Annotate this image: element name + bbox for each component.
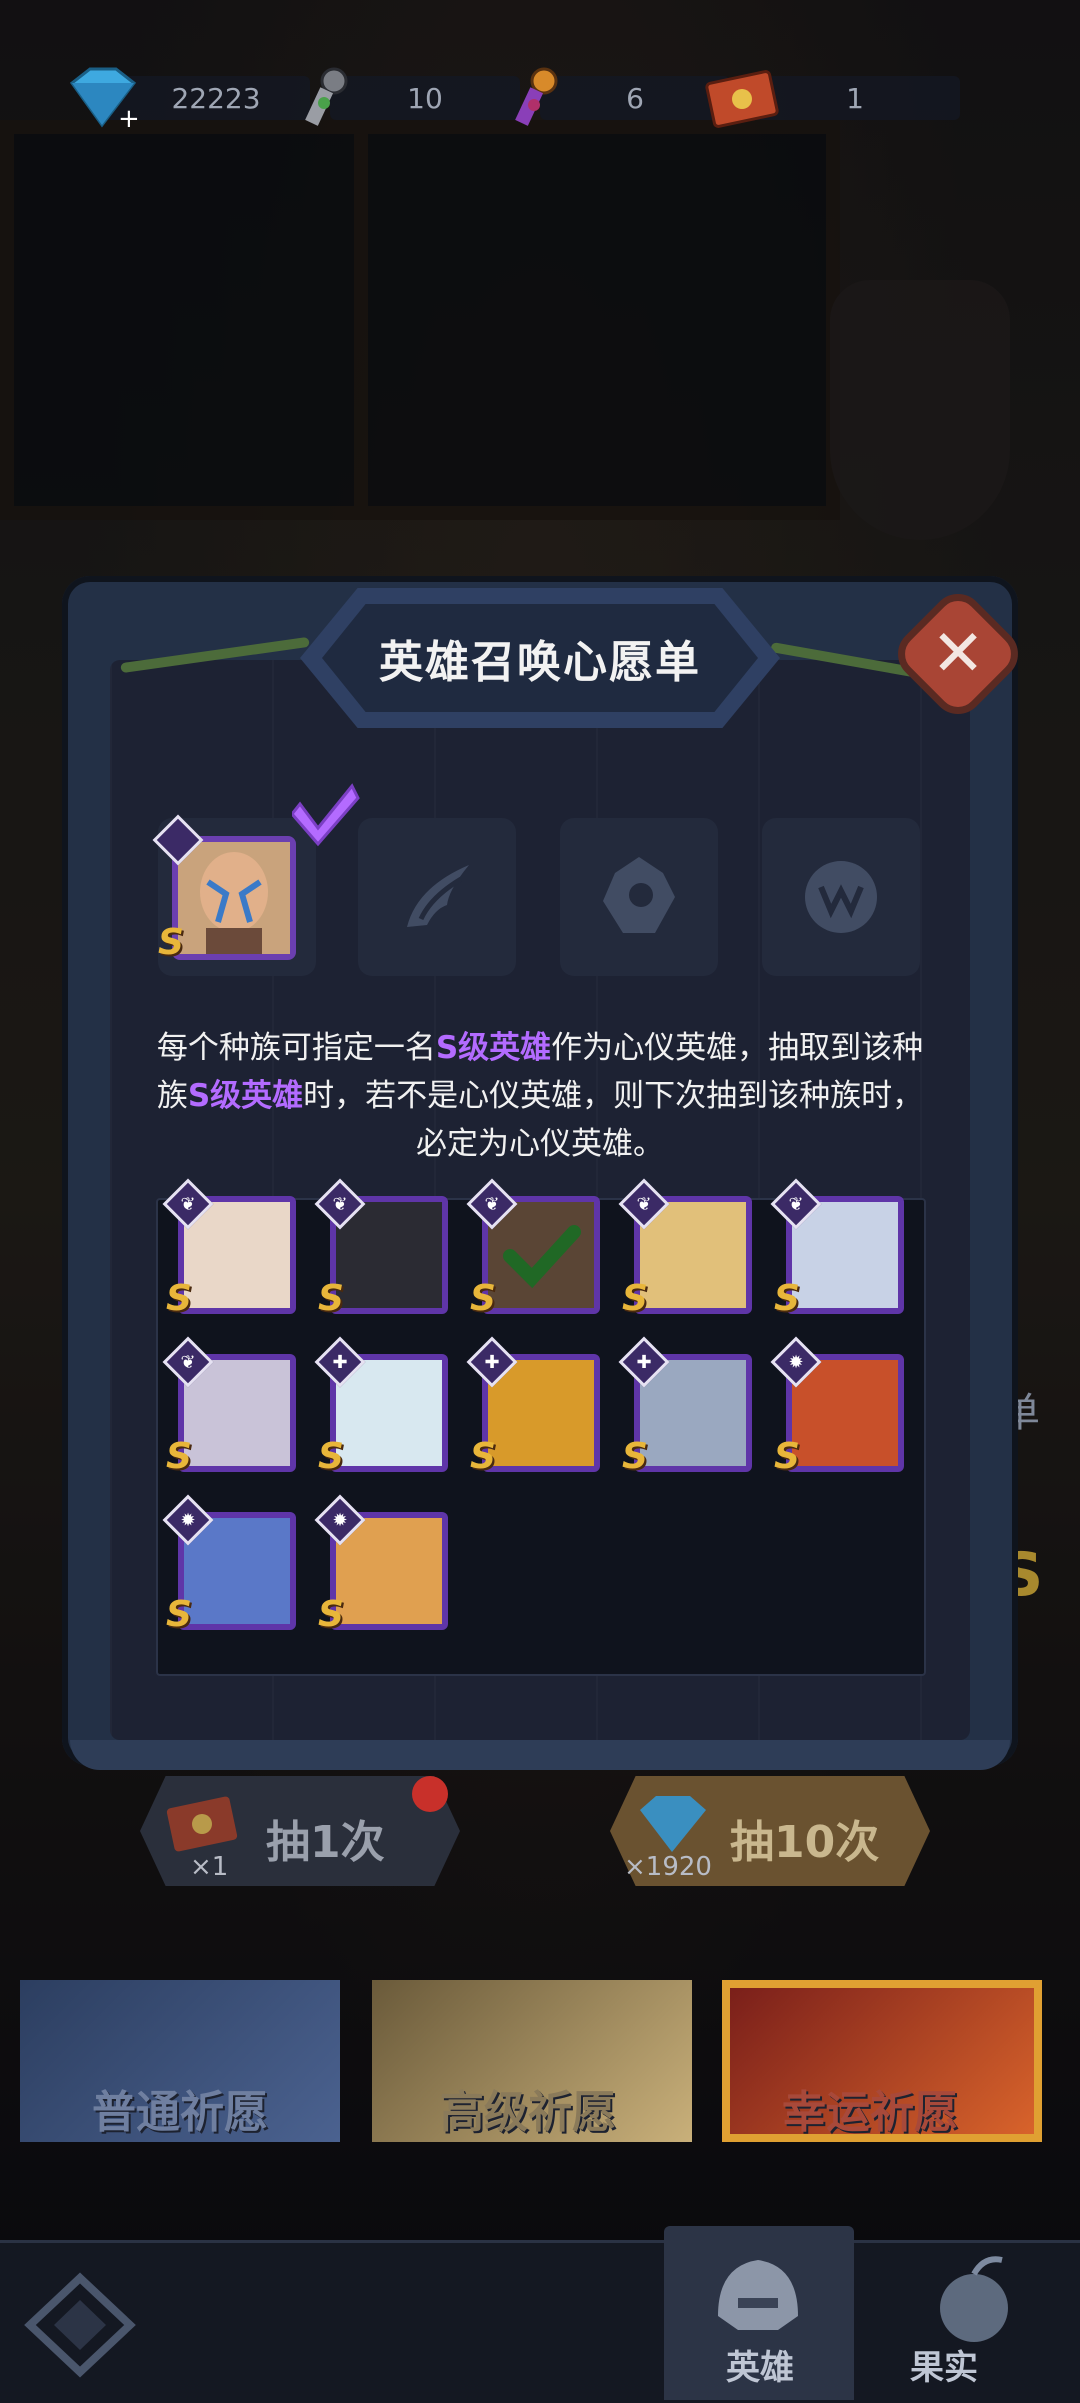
angel-race-icon: ❦ [332, 1193, 348, 1215]
diamond-icon: + [69, 67, 140, 133]
s-rank-badge: S [166, 1436, 192, 1477]
tab-normal-wish-label: 普通祈愿 [92, 2087, 268, 2138]
resource-purple-key[interactable]: 6 [500, 67, 730, 126]
nav-fruit-label: 果实 [910, 2348, 978, 2388]
s-rank-badge: S [318, 1436, 344, 1477]
notification-dot [412, 1776, 448, 1812]
selected-check-icon [292, 783, 360, 847]
draw-ten-label: 抽10次 [730, 1817, 880, 1868]
scroll-key-icon [305, 67, 348, 126]
s-rank-badge: S [622, 1278, 648, 1319]
menu-emblem-icon[interactable] [20, 2270, 140, 2380]
wishlist-description: 每个种族可指定一名S级英雄作为心仪英雄，抽取到该种族S级英雄时，若不是心仪英雄，… [156, 1030, 924, 1162]
purple-key-icon [515, 67, 558, 126]
resource-diamond[interactable]: + 22223 [60, 67, 310, 133]
draw-once-label: 抽1次 [266, 1817, 385, 1868]
angel-race-icon: ❦ [636, 1193, 652, 1215]
s-rank-badge: S [774, 1278, 800, 1319]
beast-emblem-icon [805, 861, 877, 933]
beast-race-icon: ✹ [180, 1509, 196, 1531]
selected-hero-portrait[interactable] [172, 836, 296, 960]
s-rank-badge: S [774, 1436, 800, 1477]
close-icon[interactable]: ✕ [908, 604, 1008, 704]
resource-summon-ticket[interactable]: 1 [700, 70, 960, 128]
svg-text:+: + [118, 104, 140, 133]
tab-advanced-wish-label: 高级祈愿 [440, 2087, 616, 2138]
tab-lucky-wish-label: 幸运祈愿 [782, 2087, 958, 2138]
race-slot-wing[interactable] [358, 818, 516, 976]
race-slot-beast[interactable] [762, 818, 920, 976]
angel-race-icon: ❦ [484, 1193, 500, 1215]
summon-ticket-icon [166, 1796, 238, 1852]
s-rank-badge: S [470, 1436, 496, 1477]
s-rank-badge: S [318, 1594, 344, 1635]
nav-hero-label: 英雄 [726, 2348, 794, 2388]
diamond-icon [640, 1796, 706, 1852]
mech-race-icon: ✚ [332, 1351, 348, 1373]
angel-race-icon: ❦ [180, 1351, 196, 1373]
draw-ten-cost: ×1920 [624, 1852, 712, 1882]
s-rank-badge: S [470, 1278, 496, 1319]
mech-race-icon: ✚ [484, 1351, 500, 1373]
dialog-title: 英雄召唤心愿单 [379, 637, 701, 688]
race-slot-mech[interactable] [560, 818, 718, 976]
mech-race-icon: ✚ [636, 1351, 652, 1373]
summon-ticket-count: 1 [846, 82, 864, 115]
title-plate-inner: 英雄召唤心愿单 [322, 604, 758, 712]
draw-once-cost: ×1 [190, 1852, 229, 1882]
resource-scroll-key[interactable]: 10 [290, 67, 520, 126]
summon-ticket-icon [705, 70, 779, 128]
wing-emblem-icon [407, 865, 469, 927]
s-rank-badge: S [158, 922, 184, 963]
scroll-key-count: 10 [407, 82, 443, 115]
angel-race-icon: ❦ [788, 1193, 804, 1215]
s-rank-badge: S [166, 1278, 192, 1319]
beast-race-icon: ✹ [332, 1509, 348, 1531]
s-rank-badge: S [318, 1278, 344, 1319]
mech-emblem-icon [603, 857, 675, 933]
dialog-bottom-trim [70, 1740, 1010, 1770]
angel-race-icon: ❦ [180, 1193, 196, 1215]
purple-key-count: 6 [626, 82, 644, 115]
beast-race-icon: ✹ [788, 1351, 804, 1373]
s-rank-badge: S [622, 1436, 648, 1477]
s-rank-badge: S [166, 1594, 192, 1635]
diamond-count: 22223 [171, 82, 261, 115]
